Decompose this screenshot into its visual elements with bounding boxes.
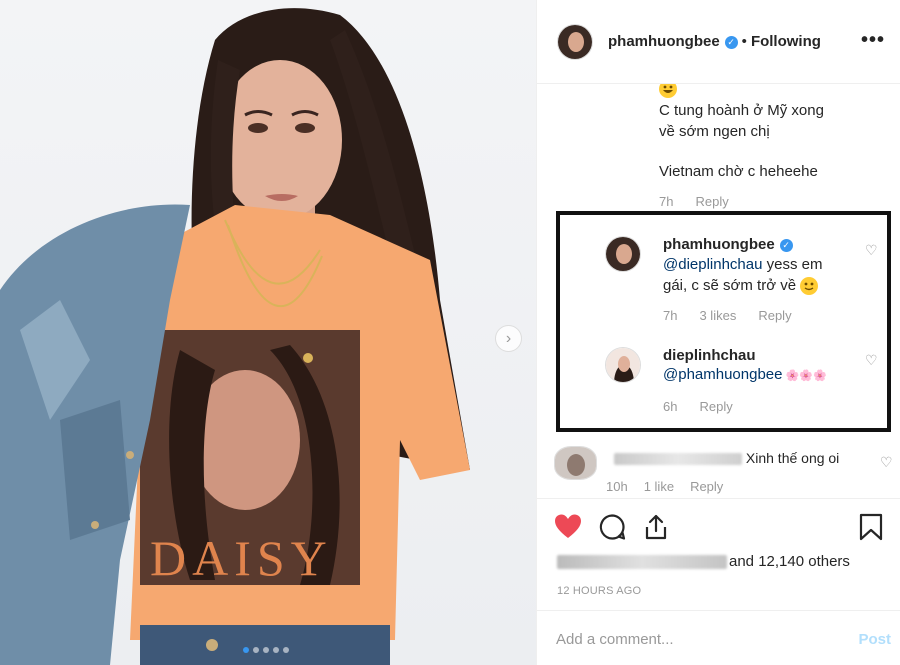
action-icons [554, 513, 670, 541]
comment-time: 7h [659, 194, 674, 209]
post-header: phamhuongbee ✓ • Following ••• [537, 0, 900, 84]
reply-body: dieplinhchau @phamhuongbee 🌸🌸🌸 6h Reply [663, 347, 873, 414]
comment-emoji-row [659, 84, 879, 100]
reply-meta: 6h Reply [663, 399, 873, 414]
reply-button[interactable]: Reply [690, 479, 723, 494]
post-comment-button[interactable]: Post [858, 631, 891, 648]
add-comment-input[interactable] [556, 629, 836, 649]
reply-body: phamhuongbee ✓ @dieplinhchau yess em gái,… [663, 236, 873, 323]
share-icon[interactable] [642, 513, 670, 541]
comment-text: Vietnam chờ c heheehe [659, 163, 818, 180]
post-details-panel: phamhuongbee ✓ • Following ••• C tung hoà… [536, 0, 900, 665]
comment-text: Xinh thế ong oi [745, 450, 840, 466]
svg-text:DAISY: DAISY [150, 530, 333, 586]
comment-likes[interactable]: 1 like [644, 479, 674, 494]
author-username-text: phamhuongbee [608, 33, 720, 50]
reply-button[interactable]: Reply [695, 194, 728, 209]
more-options-icon[interactable]: ••• [861, 30, 885, 50]
comment-like-heart-icon[interactable]: ♡ [880, 454, 893, 471]
comment-item: C tung hoành ở Mỹ xong về sớm ngen chị V… [659, 84, 879, 209]
chevron-right-icon: › [505, 329, 512, 347]
next-photo-button[interactable]: › [495, 325, 522, 352]
smile-emoji-icon [800, 277, 819, 296]
carousel-dot [273, 647, 279, 653]
header-separator: • [741, 33, 747, 50]
reply-time: 7h [663, 308, 678, 323]
carousel-dot [243, 647, 249, 653]
photo-illustration: DAISY [0, 8, 470, 665]
grinning-emoji-icon [659, 84, 677, 98]
reply-username[interactable]: dieplinhchau [663, 347, 873, 364]
add-comment-bar: Post [537, 610, 900, 665]
comment-time: 10h [606, 479, 628, 494]
verified-badge-icon: ✓ [724, 36, 738, 49]
comment-text: C tung hoành ở Mỹ xong [659, 102, 824, 119]
reply-likes[interactable]: 3 likes [699, 308, 736, 323]
reply-time: 6h [663, 399, 678, 414]
post-timestamp: 12 HOURS AGO [557, 585, 642, 597]
carousel-indicator [243, 647, 289, 653]
mention-link[interactable]: @dieplinhchau [663, 256, 762, 273]
following-button[interactable]: Following [751, 33, 821, 50]
reply-username[interactable]: phamhuongbee [663, 236, 775, 253]
avatar[interactable] [557, 23, 593, 60]
blurred-likers [557, 554, 727, 569]
heart-icon[interactable] [554, 513, 582, 541]
carousel-dot [263, 647, 269, 653]
avatar[interactable] [605, 236, 641, 272]
comment-like-heart-icon[interactable]: ♡ [865, 352, 878, 369]
avatar[interactable] [605, 347, 641, 383]
comment-meta: 7h Reply [659, 194, 879, 209]
verified-badge-icon: ✓ [779, 239, 793, 252]
comments-list[interactable]: C tung hoành ở Mỹ xong về sớm ngen chị V… [537, 84, 900, 498]
post-actions: and 12,140 others 12 HOURS AGO [537, 498, 900, 610]
carousel-dot [283, 647, 289, 653]
comment-meta: 10h 1 like Reply [606, 479, 874, 494]
likes-count: and 12,140 others [729, 553, 850, 570]
reply-text: gái, c sẽ sớm trở về [663, 277, 797, 294]
bookmark-icon[interactable] [859, 513, 883, 541]
blurred-username [614, 453, 742, 466]
comment-body: Xinh thế ong oi 10h 1 like Reply [606, 448, 874, 494]
reply-button[interactable]: Reply [758, 308, 791, 323]
post-photo[interactable]: DAISY › [0, 0, 536, 665]
reply-meta: 7h 3 likes Reply [663, 308, 873, 323]
mention-link[interactable]: @phamhuongbee [663, 366, 783, 383]
reply-text: yess em [762, 256, 823, 273]
reply-text: 🌸🌸🌸 [782, 370, 827, 382]
comment-like-heart-icon[interactable]: ♡ [865, 242, 878, 259]
highlighted-replies: phamhuongbee ✓ @dieplinhchau yess em gái,… [556, 211, 891, 432]
reply-button[interactable]: Reply [699, 399, 732, 414]
post-author-username[interactable]: phamhuongbee ✓ [608, 33, 738, 50]
likes-summary[interactable]: and 12,140 others [557, 553, 850, 570]
comment-icon[interactable] [598, 513, 626, 541]
carousel-dot [253, 647, 259, 653]
avatar[interactable] [554, 446, 597, 480]
comment-text: về sớm ngen chị [659, 123, 770, 140]
